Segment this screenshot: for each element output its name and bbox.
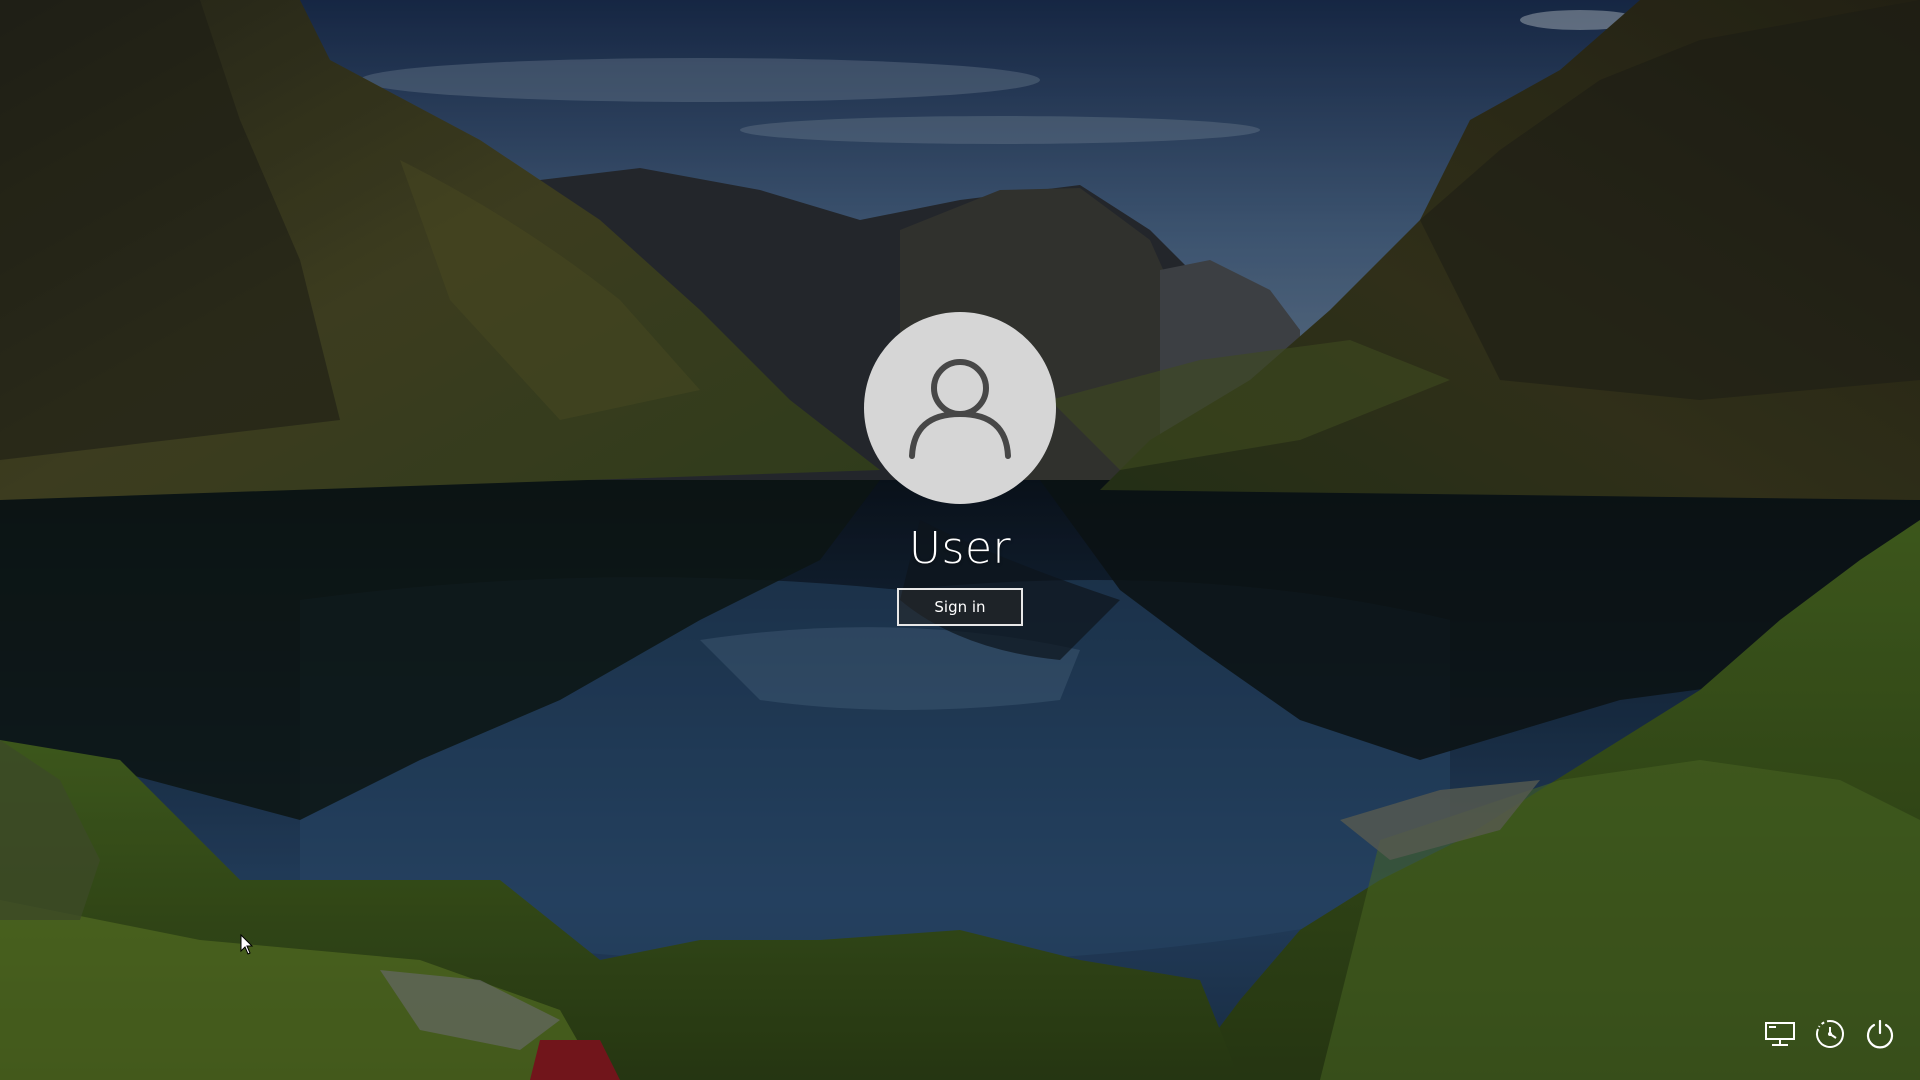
- lock-screen: User Sign in: [0, 0, 1920, 1080]
- login-panel: User Sign in: [0, 312, 1920, 626]
- network-button[interactable]: [1762, 1016, 1798, 1052]
- power-button[interactable]: [1862, 1016, 1898, 1052]
- sign-in-button[interactable]: Sign in: [897, 588, 1023, 626]
- user-icon: [909, 359, 1011, 459]
- mouse-cursor-icon: [240, 934, 254, 955]
- network-icon: [1765, 1022, 1795, 1046]
- user-avatar: [864, 312, 1056, 504]
- ease-of-access-button[interactable]: [1812, 1016, 1848, 1052]
- user-name: User: [908, 523, 1012, 574]
- ease-of-access-icon: [1816, 1019, 1844, 1048]
- bottom-tray: [1762, 1016, 1898, 1052]
- power-icon: [1866, 1019, 1894, 1049]
